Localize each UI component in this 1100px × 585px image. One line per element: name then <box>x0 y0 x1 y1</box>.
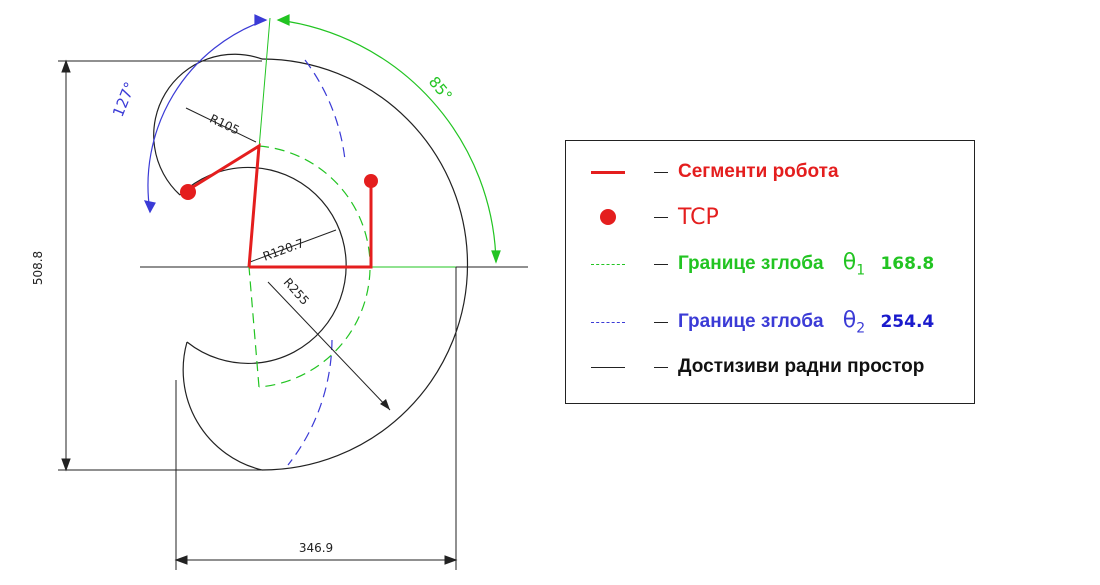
joint2-limit-boundary <box>287 59 346 466</box>
theta1-symbol: θ1 <box>842 249 866 279</box>
legend-dash <box>654 366 668 368</box>
joint1-label-text: Границе зглоба <box>678 252 824 274</box>
legend-row-joint1: Границе зглоба θ1 168.8 <box>566 249 974 279</box>
joint2-label-text: Границе зглоба <box>678 310 824 332</box>
segment-line-icon <box>590 157 626 187</box>
radius-dimension-r255: R255 <box>267 275 391 411</box>
legend-dash <box>654 216 668 218</box>
blue-dashed-line-icon <box>590 307 626 337</box>
legend-label-workspace: Достизиви радни простор <box>678 356 925 377</box>
legend: Сегменти робота TCP Границе зглоба θ1 16… <box>565 140 975 404</box>
legend-dash <box>654 171 668 173</box>
workspace-drawing: R105 R120.7 R255 508.8 346.9 127° 85° <box>31 14 528 570</box>
legend-label-segments: Сегменти робота <box>678 161 839 182</box>
theta1-angle-label: 85° <box>425 73 456 105</box>
green-dashed-line-icon <box>590 249 626 279</box>
theta1-angle-arc <box>276 14 501 264</box>
legend-row-tcp: TCP <box>566 202 974 232</box>
theta1-value: 168.8 <box>880 253 935 274</box>
black-line-icon <box>590 352 626 382</box>
legend-label-tcp: TCP <box>678 204 719 230</box>
legend-dash <box>654 263 668 265</box>
legend-dash <box>654 321 668 323</box>
radius-dimension-r105: R105 <box>185 107 257 143</box>
svg-text:R105: R105 <box>208 112 242 138</box>
legend-row-segments: Сегменти робота <box>566 157 974 187</box>
svg-text:R255: R255 <box>281 275 312 308</box>
width-value: 346.9 <box>299 541 333 555</box>
tcp-dot-icon <box>590 202 626 232</box>
legend-label-joint1: Границе зглоба θ1 168.8 <box>678 250 934 278</box>
svg-text:R120.7: R120.7 <box>261 236 306 264</box>
tcp-point-right <box>364 174 378 188</box>
radius-dimension-r120: R120.7 <box>249 229 337 264</box>
reachable-workspace-boundary <box>153 53 469 471</box>
height-value: 508.8 <box>31 251 45 285</box>
theta2-angle-arc <box>143 14 268 214</box>
legend-label-joint2: Границе зглоба θ2 254.4 <box>678 308 934 336</box>
theta2-angle-label: 127° <box>109 79 139 119</box>
legend-row-joint2: Границе зглоба θ2 254.4 <box>566 307 974 337</box>
theta2-value: 254.4 <box>880 311 935 332</box>
tcp-point-left <box>180 184 196 200</box>
legend-row-workspace: Достизиви радни простор <box>566 352 974 382</box>
theta2-symbol: θ2 <box>842 307 866 337</box>
